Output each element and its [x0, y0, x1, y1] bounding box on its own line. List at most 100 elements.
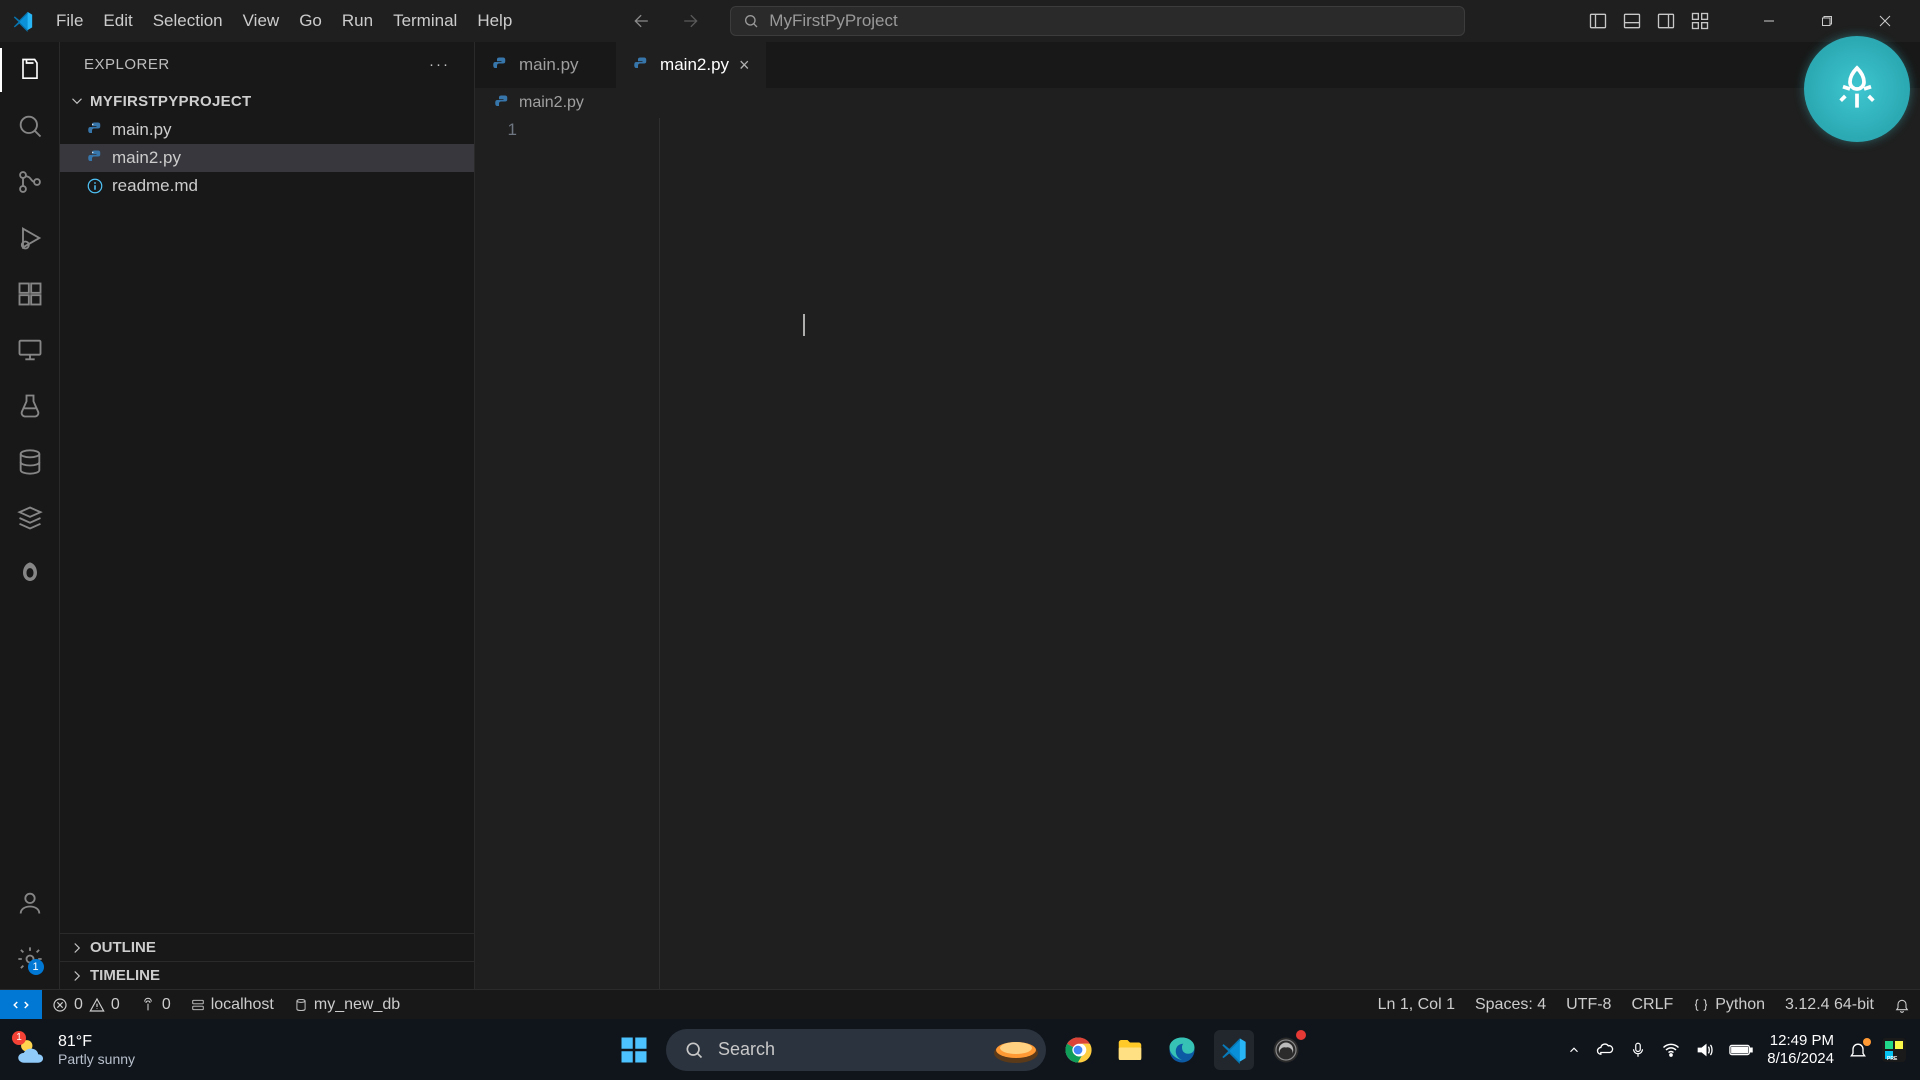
tray-volume-icon[interactable]	[1695, 1040, 1715, 1060]
activity-foresight-icon[interactable]	[14, 558, 46, 590]
menu-selection[interactable]: Selection	[143, 7, 233, 35]
taskbar-obs-icon[interactable]	[1266, 1030, 1306, 1070]
menu-view[interactable]: View	[233, 7, 290, 35]
start-button[interactable]	[614, 1030, 654, 1070]
taskbar-weather[interactable]: 1 81°F Partly sunny	[14, 1033, 135, 1067]
panel-title-label: EXPLORER	[84, 56, 170, 73]
activity-search-icon[interactable]	[14, 110, 46, 142]
menu-file[interactable]: File	[46, 7, 93, 35]
tab-main-py[interactable]: main.py ×	[475, 42, 616, 88]
menu-terminal[interactable]: Terminal	[383, 7, 467, 35]
code-content[interactable]	[531, 118, 1920, 989]
notifications-icon[interactable]	[1884, 997, 1920, 1013]
activity-database-icon[interactable]	[14, 446, 46, 478]
activity-remote-explorer-icon[interactable]	[14, 334, 46, 366]
indentation-status[interactable]: Spaces: 4	[1465, 996, 1556, 1014]
tray-notifications-icon[interactable]	[1848, 1040, 1868, 1060]
search-text: MyFirstPyProject	[769, 11, 897, 31]
window-maximize-button[interactable]	[1798, 0, 1856, 42]
activity-settings-icon[interactable]: 1	[14, 943, 46, 975]
windows-taskbar: 1 81°F Partly sunny Search	[0, 1019, 1920, 1080]
explorer-panel-title: EXPLORER ···	[60, 42, 474, 86]
file-tree: main.py main2.py readme.md	[60, 116, 474, 933]
vscode-app-icon	[0, 10, 46, 32]
activity-source-control-icon[interactable]	[14, 166, 46, 198]
clock-time: 12:49 PM	[1767, 1032, 1834, 1050]
tab-label: main2.py	[660, 55, 729, 75]
remote-indicator[interactable]	[0, 990, 42, 1019]
menu-edit[interactable]: Edit	[93, 7, 142, 35]
chevron-right-icon	[68, 967, 86, 985]
tab-label: main.py	[519, 55, 579, 75]
ports-status[interactable]: 0	[130, 990, 181, 1019]
python-file-icon	[86, 121, 104, 139]
language-mode[interactable]: Python	[1683, 996, 1775, 1014]
close-tab-icon[interactable]: ×	[739, 55, 750, 76]
tray-microphone-icon[interactable]	[1629, 1041, 1647, 1059]
python-file-icon	[86, 149, 104, 167]
file-item-main-py[interactable]: main.py	[60, 116, 474, 144]
customize-layout-icon[interactable]	[1690, 11, 1710, 31]
taskbar-clock[interactable]: 12:49 PM 8/16/2024	[1767, 1032, 1834, 1068]
problems-status[interactable]: 0 0	[42, 990, 130, 1019]
toggle-panel-icon[interactable]	[1622, 11, 1642, 31]
braces-icon	[1693, 997, 1709, 1013]
chevron-down-icon	[68, 92, 86, 110]
code-editor[interactable]: 1	[475, 118, 1920, 989]
taskbar-search[interactable]: Search	[666, 1029, 1046, 1071]
taskbar-vscode-icon[interactable]	[1214, 1030, 1254, 1070]
folder-header[interactable]: MYFIRSTPYPROJECT	[60, 86, 474, 116]
activity-stack-icon[interactable]	[14, 502, 46, 534]
nav-forward-icon[interactable]	[680, 11, 700, 31]
activity-run-debug-icon[interactable]	[14, 222, 46, 254]
nav-back-icon[interactable]	[632, 11, 652, 31]
activity-extensions-icon[interactable]	[14, 278, 46, 310]
db-name: my_new_db	[314, 996, 400, 1014]
tray-wifi-icon[interactable]	[1661, 1040, 1681, 1060]
db-name-status[interactable]: my_new_db	[284, 990, 410, 1019]
command-center-search[interactable]: MyFirstPyProject	[730, 6, 1465, 36]
outline-section[interactable]: OUTLINE	[60, 933, 474, 961]
tray-overflow-icon[interactable]	[1567, 1043, 1581, 1057]
taskbar-edge-icon[interactable]	[1162, 1030, 1202, 1070]
weather-alert-badge: 1	[12, 1031, 26, 1045]
encoding-status[interactable]: UTF-8	[1556, 996, 1621, 1014]
line-number: 1	[475, 120, 517, 140]
extension-badge-icon[interactable]	[1804, 36, 1910, 142]
line-number-gutter: 1	[475, 118, 531, 989]
interpreter-status[interactable]: 3.12.4 64-bit	[1775, 996, 1884, 1014]
server-icon	[191, 998, 205, 1012]
tab-main2-py[interactable]: main2.py ×	[616, 42, 767, 88]
tray-onedrive-icon[interactable]	[1595, 1040, 1615, 1060]
file-item-readme-md[interactable]: readme.md	[60, 172, 474, 200]
database-icon	[294, 998, 308, 1012]
search-icon	[684, 1040, 704, 1060]
error-icon	[52, 997, 68, 1013]
tray-battery-icon[interactable]	[1729, 1042, 1753, 1058]
activity-accounts-icon[interactable]	[14, 887, 46, 919]
python-file-icon	[493, 94, 511, 112]
taskbar-chrome-icon[interactable]	[1058, 1030, 1098, 1070]
taskbar-file-explorer-icon[interactable]	[1110, 1030, 1150, 1070]
eol-status[interactable]: CRLF	[1621, 996, 1683, 1014]
toggle-primary-sidebar-icon[interactable]	[1588, 11, 1608, 31]
more-actions-icon[interactable]: ···	[429, 56, 450, 73]
title-bar: File Edit Selection View Go Run Terminal…	[0, 0, 1920, 42]
file-item-main2-py[interactable]: main2.py	[60, 144, 474, 172]
activity-explorer-icon[interactable]	[14, 54, 46, 86]
tray-pycharm-icon[interactable]: PRE	[1882, 1038, 1906, 1062]
breadcrumbs[interactable]: main2.py	[475, 88, 1920, 118]
menu-run[interactable]: Run	[332, 7, 383, 35]
window-minimize-button[interactable]	[1740, 0, 1798, 42]
timeline-section[interactable]: TIMELINE	[60, 961, 474, 989]
db-host-status[interactable]: localhost	[181, 990, 284, 1019]
cursor-position[interactable]: Ln 1, Col 1	[1368, 996, 1465, 1014]
activity-testing-icon[interactable]	[14, 390, 46, 422]
status-bar: 0 0 0 localhost my_new_db Ln 1, Col 1 Sp…	[0, 989, 1920, 1019]
folder-name: MYFIRSTPYPROJECT	[90, 93, 252, 110]
menu-help[interactable]: Help	[467, 7, 522, 35]
file-name: main2.py	[112, 148, 181, 168]
toggle-secondary-sidebar-icon[interactable]	[1656, 11, 1676, 31]
menu-go[interactable]: Go	[289, 7, 332, 35]
search-icon	[743, 13, 759, 29]
